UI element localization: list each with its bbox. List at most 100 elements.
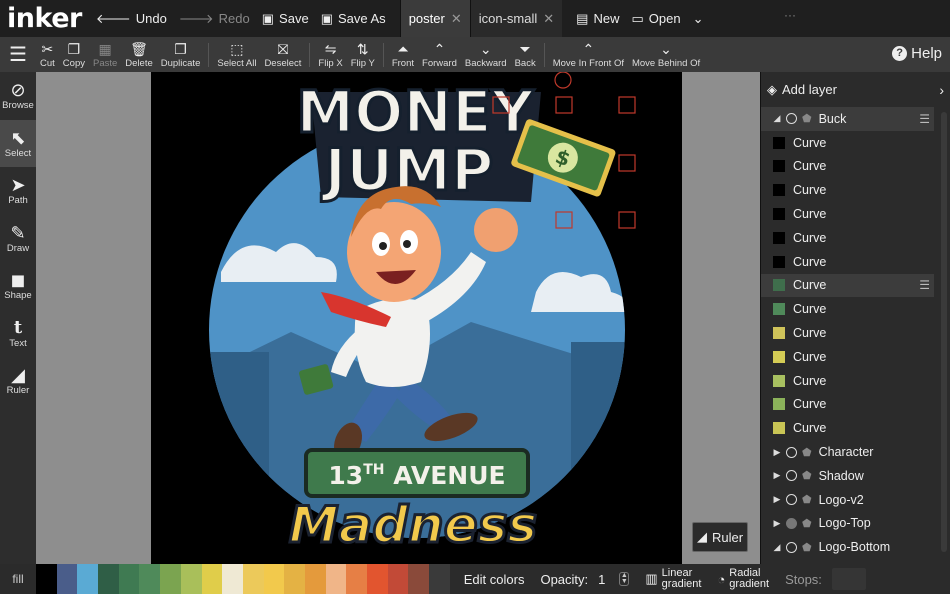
close-icon[interactable]: ✕ [543, 11, 554, 27]
help-button[interactable]: ? Help [892, 45, 942, 62]
palette-swatch[interactable] [118, 564, 140, 594]
layer-row[interactable]: Curve [761, 250, 934, 274]
visibility-toggle-icon[interactable] [786, 113, 797, 125]
resize-handle[interactable] [618, 154, 636, 172]
palette-swatch[interactable] [160, 564, 181, 594]
visibility-toggle-icon[interactable] [786, 541, 797, 553]
palette-swatch[interactable] [242, 564, 264, 594]
select-all-button[interactable]: ⬚ Select All [213, 37, 260, 72]
layer-row[interactable]: Curve [761, 321, 934, 345]
close-icon[interactable]: ✕ [451, 11, 462, 27]
new-button[interactable]: ▤ New [570, 0, 625, 37]
open-button[interactable]: ▭ Open [625, 0, 686, 37]
tool-select[interactable]: ⬉ Select [0, 119, 36, 167]
rotate-handle[interactable] [554, 72, 572, 89]
save-button[interactable]: ▣ Save [256, 0, 315, 37]
opacity-stepper[interactable]: ▲ ▼ [619, 572, 630, 586]
palette-swatch[interactable] [56, 564, 78, 594]
poster-artboard[interactable]: MONEY JUMP $ 13TH AVENUE Madness [151, 72, 682, 564]
more-dropdown[interactable]: ⌄ [687, 0, 710, 37]
visibility-toggle-icon[interactable] [786, 446, 797, 458]
resize-handle[interactable] [618, 96, 636, 114]
palette-swatch[interactable] [98, 564, 119, 594]
palette-swatch[interactable] [180, 564, 202, 594]
radial-gradient-button[interactable]: ◔ Radial gradient [709, 568, 777, 590]
move-in-front-of-button[interactable]: ⌃ Move In Front Of [549, 37, 628, 72]
save-as-button[interactable]: ▣ Save As [315, 0, 392, 37]
tool-shape[interactable]: ◼ Shape [0, 262, 36, 310]
layer-row[interactable]: Curve [761, 131, 934, 155]
layer-menu-icon[interactable]: ☰ [919, 112, 930, 126]
forward-button[interactable]: ⌃ Forward [418, 37, 461, 72]
collapse-triangle-icon[interactable]: ◢ [771, 113, 783, 124]
palette-swatch[interactable] [367, 564, 388, 594]
tool-path[interactable]: ➤ Path [0, 167, 36, 215]
palette-swatch[interactable] [304, 564, 326, 594]
layer-row[interactable]: Curve [761, 345, 934, 369]
redo-button[interactable]: 🡒 Redo [173, 0, 256, 37]
palette-swatch[interactable] [325, 564, 347, 594]
flip-y-button[interactable]: ⇅ Flip Y [347, 37, 379, 72]
collapse-triangle-icon[interactable]: ◢ [771, 542, 783, 553]
chevron-right-icon[interactable]: › [939, 82, 944, 98]
back-button[interactable]: ⏷ Back [511, 37, 540, 72]
layer-group-row[interactable]: ▶ ⬟ Logo-Top [761, 512, 934, 536]
paste-button[interactable]: ▦ Paste [89, 37, 121, 72]
palette-swatch[interactable] [408, 564, 430, 594]
visibility-toggle-icon[interactable] [786, 517, 797, 529]
expand-triangle-icon[interactable]: ▶ [771, 494, 783, 505]
copy-button[interactable]: ❐ Copy [59, 37, 89, 72]
duplicate-button[interactable]: ❐ Duplicate [157, 37, 205, 72]
tool-text[interactable]: t Text [0, 310, 36, 358]
layer-row[interactable]: Curve [761, 369, 934, 393]
palette-swatch[interactable] [222, 564, 243, 594]
expand-triangle-icon[interactable]: ▶ [771, 447, 783, 458]
stops-input[interactable] [831, 568, 866, 590]
palette-swatch[interactable] [201, 564, 223, 594]
deselect-button[interactable]: ⛝ Deselect [260, 37, 305, 72]
add-layer-button[interactable]: ◈ Add layer › [761, 72, 950, 107]
palette-swatch[interactable] [346, 564, 367, 594]
tab-poster[interactable]: poster ✕ [399, 0, 470, 37]
expand-triangle-icon[interactable]: ▶ [771, 470, 783, 481]
tab-overflow-icon[interactable]: ··· [784, 8, 796, 22]
delete-button[interactable]: 🗑 Delete [121, 37, 156, 72]
layer-group-row[interactable]: ▶ ⬟ Logo-v2 [761, 488, 934, 512]
expand-triangle-icon[interactable]: ▶ [771, 518, 783, 529]
backward-button[interactable]: ⌄ Backward [461, 37, 511, 72]
hamburger-menu-icon[interactable]: ☰ [0, 37, 36, 72]
layers-scrollbar[interactable] [941, 112, 947, 552]
tool-browse[interactable]: ⊘ Browse [0, 72, 36, 120]
tool-draw[interactable]: ✎ Draw [0, 215, 36, 263]
resize-handle[interactable] [555, 96, 573, 114]
palette-swatch[interactable] [387, 564, 409, 594]
layer-row[interactable]: Curve [761, 297, 934, 321]
layer-group-row[interactable]: ◢ ⬟ Buck ☰ [761, 107, 934, 131]
palette-swatch[interactable] [36, 564, 57, 594]
canvas-area[interactable]: MONEY JUMP $ 13TH AVENUE Madness ◢ Ruler [36, 72, 760, 564]
palette-swatch[interactable] [429, 564, 450, 594]
fill-mode-label[interactable]: fill [0, 572, 36, 586]
layer-row[interactable]: Curve [761, 178, 934, 202]
layer-row[interactable]: Curve [761, 226, 934, 250]
cut-button[interactable]: ✂ Cut [36, 37, 59, 72]
layer-row[interactable]: Curve [761, 155, 934, 179]
visibility-toggle-icon[interactable] [786, 470, 797, 482]
move-behind-of-button[interactable]: ⌄ Move Behind Of [628, 37, 704, 72]
opacity-input[interactable]: 1 [598, 572, 605, 587]
layer-row[interactable]: Curve ☰ [761, 273, 934, 298]
ruler-button[interactable]: ◢ Ruler [692, 522, 748, 552]
tool-ruler[interactable]: ◢ Ruler [0, 357, 36, 405]
layer-group-row[interactable]: ▶ ⬟ Shadow [761, 464, 934, 488]
flip-x-button[interactable]: ⇋ Flip X [314, 37, 346, 72]
visibility-toggle-icon[interactable] [786, 494, 797, 506]
palette-swatch[interactable] [139, 564, 161, 594]
tab-icon-small[interactable]: icon-small ✕ [469, 0, 563, 37]
layer-row[interactable]: Curve [761, 416, 934, 440]
layer-menu-icon[interactable]: ☰ [919, 278, 930, 292]
palette-swatch[interactable] [77, 564, 99, 594]
layer-group-row[interactable]: ▶ ⬟ Character [761, 440, 934, 464]
palette-swatch[interactable] [284, 564, 305, 594]
edit-colors-button[interactable]: Edit colors [456, 572, 533, 587]
undo-button[interactable]: 🡐 Undo [90, 0, 173, 37]
